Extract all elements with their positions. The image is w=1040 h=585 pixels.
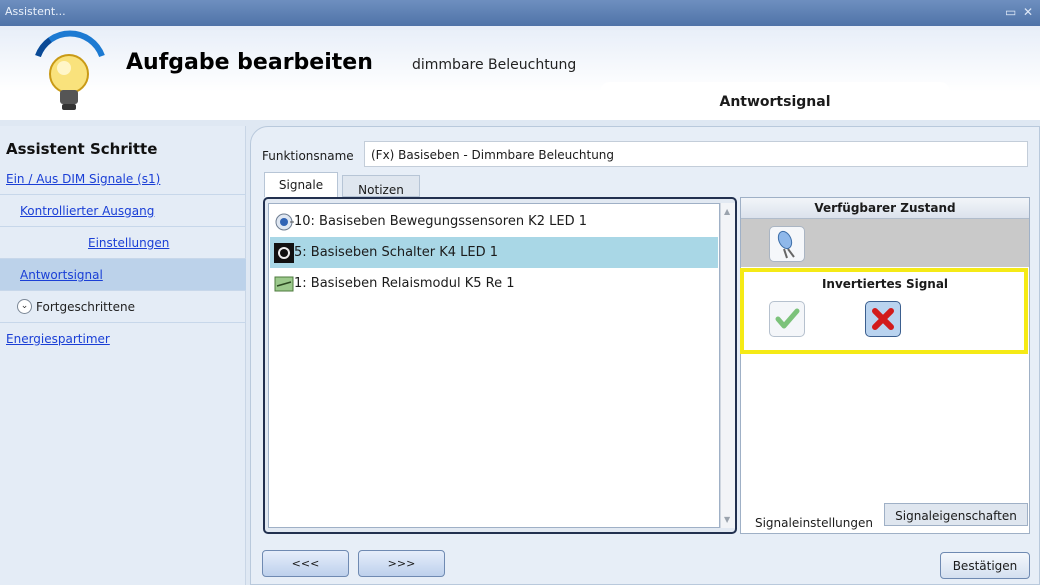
page-title: Aufgabe bearbeiten [126,50,373,75]
switch-icon [274,243,294,263]
list-item[interactable]: 10: Basiseben Bewegungssensoren K2 LED 1 [270,206,718,237]
sidebar-label-fortgeschrittene: Fortgeschrittene [36,300,135,314]
page-subtitle: dimmbare Beleuchtung [412,57,577,73]
sidebar-link-kontrollierter-ausgang[interactable]: Kontrollierter Ausgang [20,204,154,218]
motion-sensor-icon [275,213,294,231]
function-name-label: Funktionsname [262,149,354,163]
close-icon[interactable]: ✕ [1023,5,1033,19]
light-bulb-icon [35,30,105,110]
scroll-down-icon[interactable]: ▼ [724,515,730,524]
sidebar-link-einstellungen[interactable]: Einstellungen [88,236,169,250]
sidebar-item-fortgeschrittene[interactable]: ⌄ Fortgeschrittene [0,291,246,323]
tab-antwortsignal-header: Antwortsignal [600,82,950,120]
inverted-signal-highlight [740,268,1028,354]
answer-tab-label: Antwortsignal [719,94,831,110]
sidebar-item-ein-aus[interactable]: Ein / Aus DIM Signale (s1) [0,163,246,195]
scroll-up-icon[interactable]: ▲ [724,207,730,216]
tab-signale[interactable]: Signale [264,172,338,197]
confirm-button[interactable]: Bestätigen [940,552,1030,579]
available-state-area [741,219,1029,267]
sidebar-item-energiespartimer[interactable]: Energiespartimer [0,323,246,355]
led-icon[interactable] [769,226,805,262]
back-button[interactable]: <<< [262,550,349,577]
relay-icon [274,276,294,292]
tab-signaleigenschaften[interactable]: Signaleigenschaften [884,503,1028,526]
sidebar-item-antwortsignal[interactable]: Antwortsignal [0,259,246,291]
sidebar-item-einstellungen[interactable]: Einstellungen [0,227,246,259]
function-name-field[interactable]: (Fx) Basiseben - Dimmbare Beleuchtung [364,141,1028,167]
window-title: Assistent... [5,5,66,18]
sidebar-link-ein-aus[interactable]: Ein / Aus DIM Signale (s1) [6,172,160,186]
signal-list[interactable]: 10: Basiseben Bewegungssensoren K2 LED 1… [268,203,720,528]
maximize-icon[interactable]: ▭ [1005,5,1016,19]
signal-settings-panel: Verfügbarer Zustand Invertiertes Signal [740,197,1030,534]
signal-label: 1: Basiseben Relaismodul K5 Re 1 [294,276,515,291]
tab-signaleinstellungen[interactable]: Signaleinstellungen [746,506,882,532]
signal-label: 10: Basiseben Bewegungssensoren K2 LED 1 [294,214,587,229]
list-item-selected[interactable]: 5: Basiseben Schalter K4 LED 1 [270,237,718,268]
sidebar-item-kontrollierter-ausgang[interactable]: Kontrollierter Ausgang [0,195,246,227]
tab-notizen[interactable]: Notizen [342,175,420,197]
available-state-heading: Verfügbarer Zustand [741,198,1029,219]
sidebar-heading: Assistent Schritte [6,140,158,158]
signal-label: 5: Basiseben Schalter K4 LED 1 [294,245,499,260]
sidebar-link-antwortsignal[interactable]: Antwortsignal [20,268,103,282]
signal-list-scrollbar[interactable]: ▲ ▼ [720,203,735,528]
list-item[interactable]: 1: Basiseben Relaismodul K5 Re 1 [270,268,718,299]
window-titlebar: Assistent... ▭ ✕ [0,0,1040,26]
chevron-down-icon[interactable]: ⌄ [17,299,32,314]
forward-button[interactable]: >>> [358,550,445,577]
sidebar-link-energiespartimer[interactable]: Energiespartimer [6,332,110,346]
